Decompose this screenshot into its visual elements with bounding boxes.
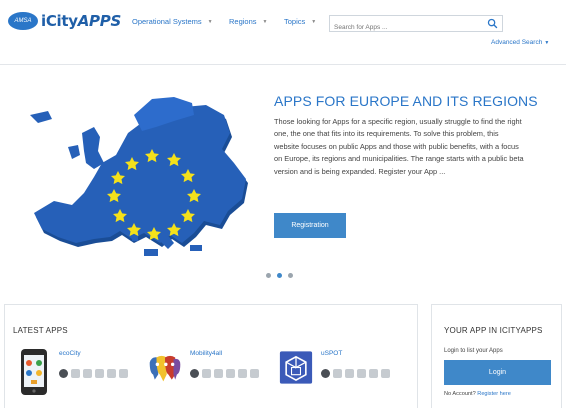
- search-icon[interactable]: [487, 18, 498, 29]
- os-icons: [190, 369, 259, 378]
- grid-icon: [119, 369, 128, 378]
- app-name[interactable]: Mobility4all: [190, 350, 259, 357]
- no-account-text: No Account? Register here: [444, 391, 511, 397]
- logo-text-city: iCity: [41, 12, 78, 30]
- chevron-down-icon: ▼: [311, 18, 317, 25]
- nav-operational-systems[interactable]: Operational Systems ▼: [132, 17, 213, 26]
- advanced-search-label: Advanced Search: [491, 39, 543, 46]
- app-info: uSPOT: [321, 347, 390, 407]
- blackberry-icon: [226, 369, 235, 378]
- carousel-dots: [266, 273, 293, 278]
- blackberry-icon: [95, 369, 104, 378]
- chevron-down-icon: ▼: [207, 18, 213, 25]
- search-input[interactable]: [330, 20, 480, 35]
- phone-app-icon[interactable]: [17, 347, 51, 397]
- nav-regions[interactable]: Regions ▼: [229, 17, 267, 26]
- app-card-mobility4all[interactable]: Mobility4all: [148, 347, 279, 407]
- no-account-label: No Account?: [444, 391, 476, 397]
- grid-icon: [381, 369, 390, 378]
- login-button[interactable]: Login: [444, 360, 551, 385]
- logo-text: iCityAPPS: [41, 12, 121, 30]
- cube-app-icon[interactable]: [279, 347, 313, 397]
- app-info: ecoCity: [59, 347, 128, 407]
- chevron-down-icon: ▼: [544, 40, 550, 46]
- europe-map-image: [30, 97, 248, 256]
- hero-title: APPS FOR EUROPE AND ITS REGIONS: [274, 93, 538, 109]
- app-info: Mobility4all: [190, 347, 259, 407]
- github-icon: [59, 369, 68, 378]
- site-header: AMSA iCityAPPS Operational Systems ▼ Reg…: [0, 0, 566, 64]
- apple-icon: [83, 369, 92, 378]
- hero-section: APPS FOR EUROPE AND ITS REGIONS Those lo…: [0, 65, 566, 300]
- carousel-dot[interactable]: [288, 273, 293, 278]
- nav-label: Regions: [229, 17, 257, 26]
- logo-text-apps: APPS: [77, 12, 122, 30]
- windows-icon: [238, 369, 247, 378]
- grid-icon: [250, 369, 259, 378]
- app-card-uspot[interactable]: uSPOT: [279, 347, 410, 407]
- registration-button[interactable]: Registration: [274, 213, 346, 238]
- os-icons: [321, 369, 390, 378]
- app-card-ecocity[interactable]: ecoCity: [17, 347, 148, 407]
- logo-badge: AMSA: [8, 12, 38, 30]
- your-app-title: YOUR APP IN ICITYAPPS: [444, 326, 543, 335]
- android-icon: [71, 369, 80, 378]
- os-icons: [59, 369, 128, 378]
- apps-list: ecoCity Mobility4all uSPOT: [17, 347, 410, 407]
- windows-icon: [107, 369, 116, 378]
- app-name[interactable]: ecoCity: [59, 350, 128, 357]
- nav-label: Topics: [284, 17, 306, 26]
- register-link[interactable]: Register here: [477, 391, 511, 397]
- your-app-panel: YOUR APP IN ICITYAPPS Login to list your…: [431, 304, 562, 408]
- apple-icon: [345, 369, 354, 378]
- android-icon: [202, 369, 211, 378]
- nav-label: Operational Systems: [132, 17, 202, 26]
- blackberry-icon: [357, 369, 366, 378]
- site-logo[interactable]: AMSA iCityAPPS: [8, 12, 121, 30]
- carousel-dot[interactable]: [266, 273, 271, 278]
- latest-apps-panel: LATEST APPS ecoCity Mobility4all uSPOT: [4, 304, 418, 408]
- nav-topics[interactable]: Topics ▼: [284, 17, 316, 26]
- speech-bubbles-app-icon[interactable]: [148, 347, 182, 397]
- github-icon: [321, 369, 330, 378]
- carousel-dot-active[interactable]: [277, 273, 282, 278]
- apple-icon: [214, 369, 223, 378]
- advanced-search-link[interactable]: Advanced Search ▼: [491, 39, 549, 46]
- hero-description: Those looking for Apps for a specific re…: [274, 117, 524, 176]
- app-name[interactable]: uSPOT: [321, 350, 390, 357]
- latest-apps-title: LATEST APPS: [13, 326, 68, 335]
- github-icon: [190, 369, 199, 378]
- windows-icon: [369, 369, 378, 378]
- android-icon: [333, 369, 342, 378]
- login-prompt: Login to list your Apps: [444, 348, 503, 354]
- search-box: [329, 15, 503, 35]
- chevron-down-icon: ▼: [262, 18, 268, 25]
